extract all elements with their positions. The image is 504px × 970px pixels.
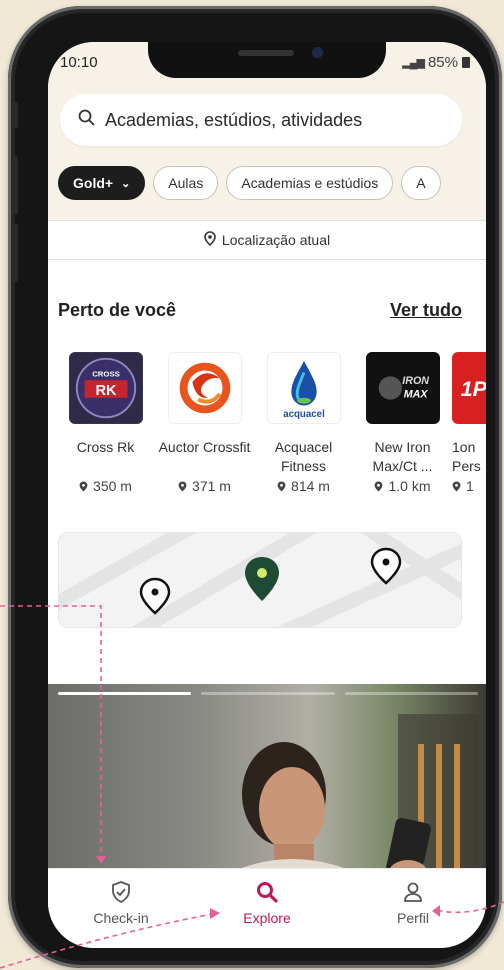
search-placeholder: Academias, estúdios, atividades bbox=[105, 109, 363, 130]
svg-text:MAX: MAX bbox=[403, 389, 428, 401]
signal-icon: ▂▄▆ bbox=[402, 57, 425, 69]
gym-distance: 814 m bbox=[277, 478, 330, 494]
promo-banner[interactable] bbox=[48, 684, 486, 884]
gym-card[interactable]: 1P 1on Pers 1 bbox=[452, 352, 486, 494]
gym-name: Cross Rk bbox=[76, 439, 135, 455]
nearby-header: Perto de você Ver tudo bbox=[58, 300, 462, 321]
distance-value: 350 m bbox=[93, 478, 132, 494]
search-icon bbox=[78, 109, 95, 131]
chip-label: Aulas bbox=[168, 175, 204, 191]
pin-icon bbox=[277, 481, 286, 491]
progress-segment bbox=[344, 692, 478, 695]
gym-distance: 350 m bbox=[79, 478, 132, 494]
filter-chip-more[interactable]: A bbox=[401, 166, 441, 200]
nav-label: Check-in bbox=[93, 910, 149, 926]
map-preview[interactable] bbox=[58, 532, 462, 628]
volume-down-button bbox=[12, 224, 18, 282]
nav-label: Perfil bbox=[397, 910, 429, 926]
status-time: 10:10 bbox=[60, 54, 98, 71]
gym-logo-auctor bbox=[167, 352, 242, 424]
search-icon bbox=[256, 881, 278, 906]
gym-distance: 1 bbox=[452, 478, 474, 494]
filter-chip-gold-plus[interactable]: Gold+ ⌄ bbox=[58, 166, 146, 200]
pin-icon bbox=[375, 481, 383, 491]
speaker bbox=[238, 50, 294, 56]
gym-card[interactable]: acquacel Acquacel Fitness 814 m bbox=[254, 352, 353, 494]
gym-distance: 1.0 km bbox=[374, 478, 431, 494]
mute-switch bbox=[12, 102, 18, 128]
distance-value: 371 m bbox=[192, 478, 231, 494]
svg-text:CROSS: CROSS bbox=[92, 369, 120, 378]
svg-text:1P: 1P bbox=[461, 377, 486, 401]
gym-name: New Iron Max/Ct ... bbox=[372, 439, 433, 474]
search-input[interactable]: Academias, estúdios, atividades bbox=[60, 94, 462, 146]
section-title: Perto de você bbox=[58, 300, 177, 320]
nav-label: Explore bbox=[243, 910, 291, 926]
svg-text:RK: RK bbox=[95, 383, 117, 399]
gym-card[interactable]: Auctor Crossfit 371 m bbox=[155, 352, 254, 494]
chip-label: Academias e estúdios bbox=[241, 175, 379, 191]
bottom-navigation: Check-in Explore Perfil bbox=[48, 868, 486, 948]
gym-name: Acquacel Fitness bbox=[274, 439, 333, 474]
battery-icon bbox=[462, 57, 470, 68]
current-location-button[interactable]: Localização atual bbox=[48, 220, 486, 260]
gym-distance: 371 m bbox=[178, 478, 231, 494]
pin-icon bbox=[79, 481, 88, 491]
volume-up-button bbox=[12, 156, 18, 214]
gym-logo-1on: 1P bbox=[452, 352, 486, 424]
distance-value: 1.0 km bbox=[388, 478, 431, 494]
gym-name: Auctor Crossfit bbox=[158, 439, 251, 455]
nav-explore[interactable]: Explore bbox=[194, 869, 340, 948]
notch bbox=[148, 42, 386, 78]
app-screen: 10:10 ▂▄▆ 85% Academias, estúdios, ativi… bbox=[48, 42, 486, 948]
filter-chip-academias[interactable]: Academias e estúdios bbox=[226, 166, 394, 200]
nav-profile[interactable]: Perfil bbox=[340, 869, 486, 948]
filter-chip-aulas[interactable]: Aulas bbox=[153, 166, 219, 200]
front-camera bbox=[312, 47, 323, 58]
pin-icon bbox=[452, 481, 461, 491]
nearby-gyms-list: CROSS RK Cross Rk 350 m Auctor Crossfit … bbox=[56, 352, 486, 494]
location-pin-icon bbox=[204, 231, 222, 249]
phone-frame: 10:10 ▂▄▆ 85% Academias, estúdios, ativi… bbox=[8, 6, 502, 968]
progress-segment bbox=[201, 692, 335, 695]
pin-icon bbox=[178, 481, 187, 491]
status-icons: ▂▄▆ 85% bbox=[402, 54, 470, 71]
location-label: Localização atual bbox=[221, 232, 331, 248]
nav-checkin[interactable]: Check-in bbox=[48, 869, 194, 948]
gym-logo-new-iron: IRON MAX bbox=[365, 352, 440, 424]
gym-card[interactable]: CROSS RK Cross Rk 350 m bbox=[56, 352, 155, 494]
story-progress bbox=[58, 692, 478, 695]
svg-text:acquacel: acquacel bbox=[283, 409, 325, 420]
woman-photo bbox=[208, 714, 478, 884]
person-icon bbox=[403, 881, 423, 906]
checkin-shield-icon bbox=[111, 881, 131, 906]
gym-name: 1on Pers bbox=[452, 439, 481, 474]
gym-card[interactable]: IRON MAX New Iron Max/Ct ... 1.0 km bbox=[353, 352, 452, 494]
filter-chips: Gold+ ⌄ Aulas Academias e estúdios A bbox=[58, 166, 441, 200]
chip-label: A bbox=[416, 175, 426, 191]
distance-value: 1 bbox=[466, 478, 474, 494]
distance-value: 814 m bbox=[291, 478, 330, 494]
progress-segment bbox=[58, 692, 192, 695]
gym-logo-cross-rk: CROSS RK bbox=[68, 352, 143, 424]
see-all-link[interactable]: Ver tudo bbox=[390, 300, 462, 321]
gym-logo-acquacel: acquacel bbox=[266, 352, 341, 424]
chevron-down-icon: ⌄ bbox=[121, 177, 131, 190]
battery-percent: 85% bbox=[427, 54, 458, 71]
chip-label: Gold+ bbox=[73, 175, 114, 191]
svg-text:IRON: IRON bbox=[402, 375, 429, 387]
